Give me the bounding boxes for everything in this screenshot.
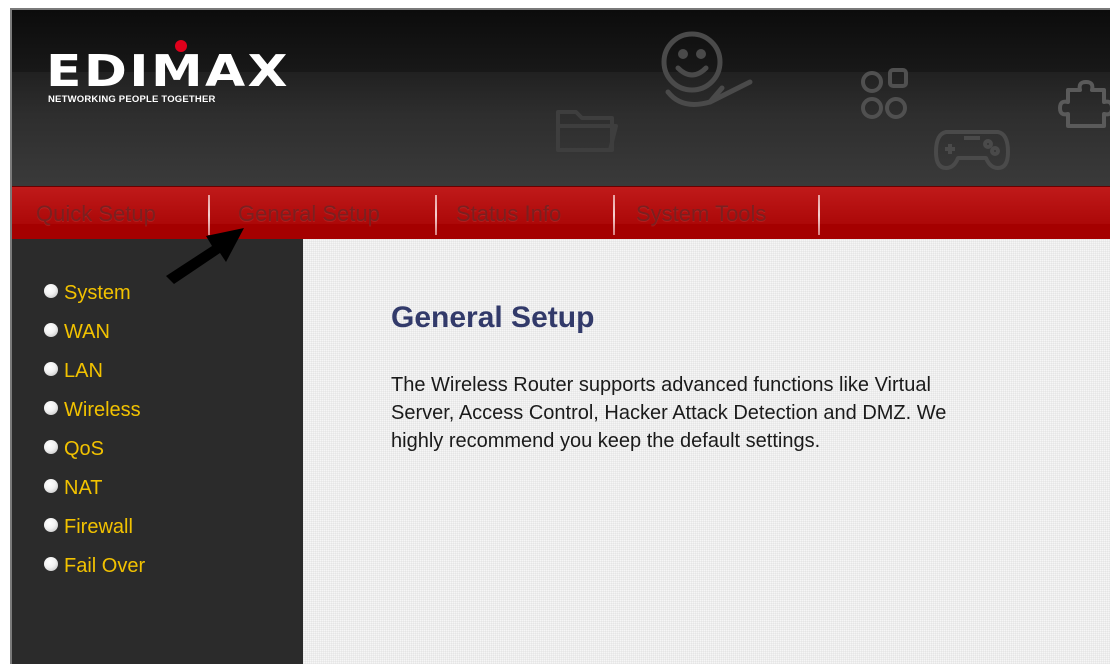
sidebar-item-firewall[interactable]: Firewall xyxy=(44,513,133,541)
puzzle-icon xyxy=(1058,80,1110,128)
sidebar-item-system[interactable]: System xyxy=(44,279,131,307)
sidebar-item-wan[interactable]: WAN xyxy=(44,318,110,346)
sidebar-item-label: System xyxy=(64,282,131,304)
sidebar-item-label: LAN xyxy=(64,360,103,382)
radio-bullet-icon xyxy=(44,479,58,493)
tab-status-info[interactable]: Status Info xyxy=(456,199,561,229)
radio-bullet-icon xyxy=(44,440,58,454)
sidebar-item-label: NAT xyxy=(64,477,103,499)
sidebar-item-label: Fail Over xyxy=(64,555,146,577)
router-admin-window: EDIMAX NETWORKING PEOPLE TOGETHER Quick … xyxy=(10,8,1110,664)
sidebar-item-label: Firewall xyxy=(64,516,133,538)
header-banner: EDIMAX NETWORKING PEOPLE TOGETHER xyxy=(12,10,1110,186)
folder-icon xyxy=(556,110,618,152)
smiley-hand-icon xyxy=(661,31,753,107)
sidebar-item-fail-over[interactable]: Fail Over xyxy=(44,552,145,580)
circles-icon xyxy=(861,68,908,119)
page-title: General Setup xyxy=(391,301,595,334)
sidebar-item-qos[interactable]: QoS xyxy=(44,435,104,463)
sidebar-item-wireless[interactable]: Wireless xyxy=(44,396,141,424)
main-content: General Setup The Wireless Router suppor… xyxy=(303,239,1110,664)
intro-paragraph: The Wireless Router supports advanced fu… xyxy=(391,374,947,452)
tab-system-tools[interactable]: System Tools xyxy=(636,199,766,229)
sidebar-item-label: Wireless xyxy=(64,399,141,421)
arrow-pointer-icon xyxy=(166,228,244,284)
tab-quick-setup[interactable]: Quick Setup xyxy=(36,199,156,229)
sidebar-item-nat[interactable]: NAT xyxy=(44,474,103,502)
nav-separator xyxy=(435,195,437,235)
radio-bullet-icon xyxy=(44,362,58,376)
tab-general-setup[interactable]: General Setup xyxy=(238,199,380,229)
sidebar-item-lan[interactable]: LAN xyxy=(44,357,103,385)
edimax-logo: EDIMAX NETWORKING PEOPLE TOGETHER xyxy=(46,38,288,108)
sidebar-item-label: WAN xyxy=(64,321,110,343)
radio-bullet-icon xyxy=(44,557,58,571)
sidebar: System WAN LAN Wireless QoS NAT Firewall… xyxy=(12,239,303,664)
logo-tagline: NETWORKING PEOPLE TOGETHER xyxy=(48,94,216,105)
radio-bullet-icon xyxy=(44,284,58,298)
radio-bullet-icon xyxy=(44,323,58,337)
radio-bullet-icon xyxy=(44,518,58,532)
radio-bullet-icon xyxy=(44,401,58,415)
nav-separator xyxy=(818,195,820,235)
sidebar-item-label: QoS xyxy=(64,438,105,460)
gamepad-icon xyxy=(934,130,1010,170)
nav-separator xyxy=(613,195,615,235)
logo-wordmark: EDIMAX xyxy=(46,46,290,97)
logo-red-dot xyxy=(175,40,187,52)
